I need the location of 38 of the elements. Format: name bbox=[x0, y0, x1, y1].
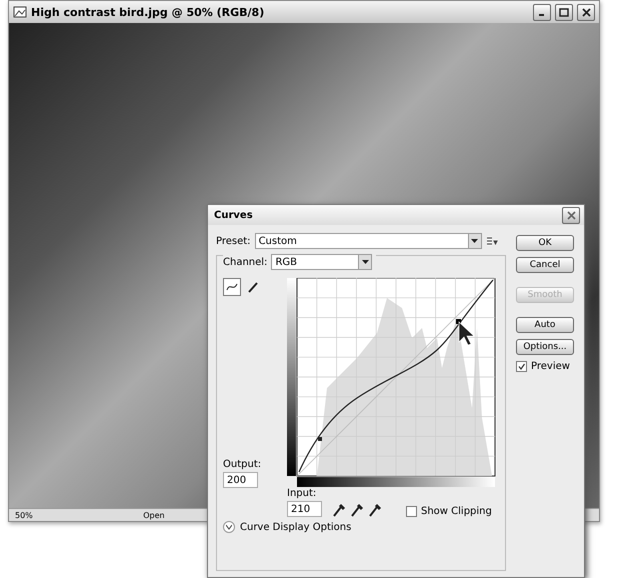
status-info: Open bbox=[142, 510, 166, 520]
zoom-level[interactable]: 50% bbox=[9, 510, 39, 520]
dialog-button[interactable]: Options... bbox=[516, 339, 574, 355]
output-field[interactable]: 200 bbox=[223, 472, 258, 488]
preset-label: Preset: bbox=[216, 236, 251, 246]
show-clipping-checkbox[interactable] bbox=[406, 506, 417, 517]
close-icon bbox=[582, 8, 590, 16]
dialog-button[interactable]: Cancel bbox=[516, 257, 574, 273]
caret-icon bbox=[471, 238, 478, 244]
close-button[interactable] bbox=[577, 4, 595, 20]
preview-checkbox[interactable] bbox=[516, 361, 527, 372]
close-icon bbox=[566, 210, 576, 220]
input-field[interactable]: 210 bbox=[287, 501, 322, 517]
curve-tool[interactable] bbox=[223, 278, 241, 296]
channel-label: Channel: bbox=[223, 256, 268, 268]
minimize-button[interactable] bbox=[533, 4, 551, 20]
window-title: High contrast bird.jpg @ 50% (RGB/8) bbox=[31, 6, 266, 18]
preset-options-icon[interactable] bbox=[486, 236, 498, 246]
chevron-icon bbox=[226, 524, 232, 530]
dialog-button[interactable]: OK bbox=[516, 235, 574, 251]
caret-icon bbox=[362, 260, 369, 264]
expand-button[interactable] bbox=[223, 521, 235, 533]
maximize-button[interactable] bbox=[555, 4, 573, 20]
pencil-icon bbox=[247, 281, 259, 293]
maximize-icon bbox=[559, 8, 569, 16]
dialog-button[interactable]: Auto bbox=[516, 317, 574, 333]
dialog-title: Curves bbox=[214, 210, 253, 220]
curve-icon bbox=[226, 282, 238, 292]
cursor-arrow-icon bbox=[458, 321, 475, 346]
display-options-label: Curve Display Options bbox=[240, 522, 352, 532]
preset-select[interactable]: Custom bbox=[254, 233, 482, 249]
check-mark-icon bbox=[518, 363, 525, 370]
input-label: Input: bbox=[287, 488, 318, 499]
channel-select[interactable]: RGB bbox=[271, 254, 372, 270]
preview-label: Preview bbox=[531, 361, 570, 372]
output-label: Output: bbox=[223, 459, 262, 470]
image-icon bbox=[13, 6, 27, 18]
show-clipping-label: Show Clipping bbox=[421, 506, 492, 517]
